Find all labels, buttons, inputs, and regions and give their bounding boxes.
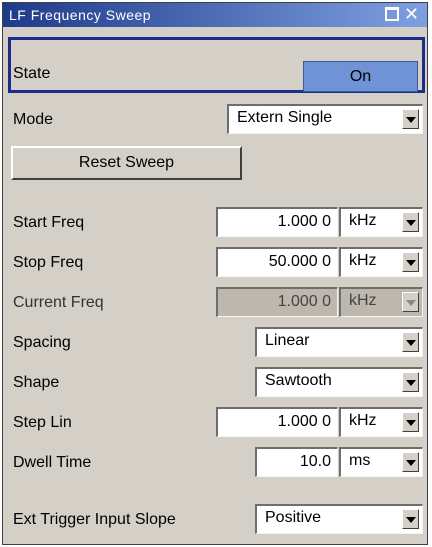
dialog-window: LF Frequency Sweep ✕ State On Mode Exter… [2,2,428,545]
chevron-down-icon[interactable] [402,372,419,392]
step-lin-unit-select[interactable]: kHz [339,407,423,437]
shape-label: Shape [13,374,60,391]
stop-freq-unit: kHz [349,252,377,269]
spacing-select[interactable]: Linear [255,327,423,357]
dwell-time-label: Dwell Time [13,454,92,471]
reset-sweep-button[interactable]: Reset Sweep [11,146,242,180]
spacing-value: Linear [265,332,310,349]
chevron-down-icon [402,292,419,312]
step-lin-input[interactable]: 1.000 0 [216,407,338,437]
mode-value: Extern Single [237,109,333,126]
current-freq-readout: 1.000 0 [216,287,338,317]
dwell-time-input[interactable]: 10.0 [255,447,338,477]
close-icon[interactable]: ✕ [404,5,419,23]
start-freq-unit: kHz [349,212,377,229]
ext-trigger-label: Ext Trigger Input Slope [13,511,176,528]
stop-freq-label: Stop Freq [13,254,84,271]
chevron-down-icon[interactable] [402,109,419,129]
step-lin-unit: kHz [349,412,377,429]
step-lin-label: Step Lin [13,414,72,431]
current-freq-unit: kHz [349,292,377,309]
chevron-down-icon[interactable] [402,412,419,432]
ext-trigger-select[interactable]: Positive [255,504,423,534]
spacing-label: Spacing [13,334,71,351]
stop-freq-input[interactable]: 50.000 0 [216,247,338,277]
chevron-down-icon[interactable] [402,332,419,352]
start-freq-input[interactable]: 1.000 0 [216,207,338,237]
shape-value: Sawtooth [265,372,332,389]
maximize-icon[interactable] [385,7,399,21]
stop-freq-unit-select[interactable]: kHz [339,247,423,277]
chevron-down-icon[interactable] [402,509,419,529]
chevron-down-icon[interactable] [402,452,419,472]
window-title: LF Frequency Sweep [9,7,152,23]
start-freq-label: Start Freq [13,214,85,231]
dwell-time-unit: ms [349,452,371,469]
chevron-down-icon[interactable] [402,252,419,272]
state-label: State [13,65,51,82]
current-freq-label: Current Freq [13,294,104,311]
mode-select[interactable]: Extern Single [227,104,423,134]
shape-select[interactable]: Sawtooth [255,367,423,397]
dwell-time-unit-select[interactable]: ms [339,447,423,477]
mode-label: Mode [13,111,54,128]
current-freq-unit-select: kHz [339,287,423,317]
ext-trigger-value: Positive [265,509,322,526]
title-bar[interactable]: LF Frequency Sweep ✕ [3,3,427,27]
start-freq-unit-select[interactable]: kHz [339,207,423,237]
chevron-down-icon[interactable] [402,212,419,232]
state-toggle-button[interactable]: On [303,61,418,92]
